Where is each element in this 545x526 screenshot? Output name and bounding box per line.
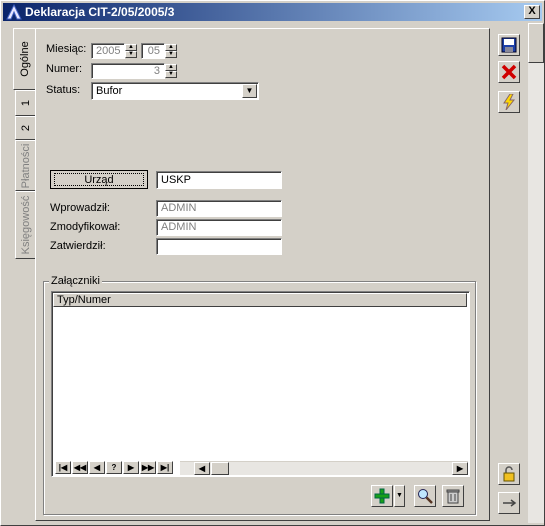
nav-prev-icon[interactable]: ◀ — [89, 461, 105, 474]
zoom-button[interactable] — [414, 485, 436, 507]
vertical-scroll-thumb[interactable] — [528, 23, 544, 63]
scroll-right-icon[interactable]: ▶ — [452, 462, 468, 475]
spin-down-icon[interactable]: ▼ — [165, 51, 177, 58]
nav-next-icon[interactable]: ▶ — [123, 461, 139, 474]
spin-up-icon[interactable]: ▲ — [165, 64, 177, 71]
tab-2-label: 2 — [19, 124, 32, 132]
tab-platnosci[interactable]: Płatności — [15, 140, 35, 191]
app-icon — [6, 4, 22, 20]
horizontal-scrollbar[interactable]: ◀ ▶ — [180, 461, 468, 475]
number-label: Numer: — [46, 63, 83, 75]
number-spinner[interactable]: ▲ ▼ — [165, 64, 177, 78]
delete-button[interactable] — [498, 61, 520, 83]
office-input[interactable]: USKP — [156, 171, 282, 189]
modified-input: ADMIN — [156, 219, 282, 236]
nav-help-icon[interactable]: ? — [106, 461, 122, 474]
tab-2[interactable]: 2 — [15, 116, 35, 140]
year-spinner[interactable]: ▲ ▼ — [125, 44, 137, 58]
arrow-button[interactable] — [498, 492, 520, 514]
trash-button[interactable] — [442, 485, 464, 507]
table-footer: |◀ ◀◀ ◀ ? ▶ ▶▶ ▶| ◀ ▶ — [55, 461, 468, 475]
spin-down-icon[interactable]: ▼ — [125, 51, 137, 58]
tab-1[interactable]: 1 — [15, 90, 35, 116]
nav-next-page-icon[interactable]: ▶▶ — [140, 461, 156, 474]
vertical-scrollbar[interactable] — [528, 23, 544, 523]
number-input[interactable]: 3 — [91, 63, 165, 79]
tab-ogolne[interactable]: Ogólne — [13, 28, 36, 90]
month-label: Miesiąc: — [46, 43, 87, 55]
modified-label: Zmodyfikował: — [50, 221, 121, 233]
run-button[interactable] — [498, 91, 520, 113]
trash-icon — [446, 489, 460, 504]
save-icon — [501, 37, 517, 53]
tab-ksiegowosc-label: Księgowość — [19, 195, 32, 255]
tab-ogolne-label: Ogólne — [19, 41, 31, 77]
scroll-thumb[interactable] — [211, 462, 229, 475]
approved-input[interactable] — [156, 238, 282, 255]
year-input[interactable]: 2005 — [91, 43, 125, 59]
nav-first-icon[interactable]: |◀ — [55, 461, 71, 474]
status-value: Bufor — [96, 85, 123, 97]
attachments-table[interactable]: Typ/Numer — [51, 291, 470, 477]
add-button[interactable] — [371, 485, 393, 507]
entered-label: Wprowadził: — [50, 202, 110, 214]
status-label: Status: — [46, 84, 81, 96]
delete-icon — [501, 64, 517, 80]
column-header-type[interactable]: Typ/Numer — [53, 293, 467, 307]
approved-label: Zatwierdził: — [50, 240, 106, 252]
close-icon: X — [528, 5, 536, 17]
entered-input: ADMIN — [156, 200, 282, 217]
arrow-icon — [503, 499, 517, 507]
spin-up-icon[interactable]: ▲ — [165, 44, 177, 51]
office-button[interactable]: Urząd — [50, 170, 148, 189]
status-select[interactable]: Bufor — [91, 82, 259, 100]
spin-down-icon[interactable]: ▼ — [165, 71, 177, 78]
month-input[interactable]: 05 — [141, 43, 165, 59]
lock-button[interactable] — [498, 463, 520, 485]
dialog-window: Deklaracja CIT-2/05/2005/3 X Ogólne 1 2 … — [0, 0, 545, 526]
office-button-label: Urząd — [54, 173, 144, 186]
title-bar[interactable]: Deklaracja CIT-2/05/2005/3 X — [3, 3, 542, 21]
attachments-label: Załączniki — [49, 275, 102, 287]
add-icon — [374, 488, 390, 504]
scroll-left-icon[interactable]: ◀ — [194, 462, 210, 475]
close-button[interactable]: X — [524, 5, 540, 19]
chevron-down-icon[interactable]: ▼ — [242, 84, 257, 98]
add-dropdown-icon[interactable]: ▼ — [394, 485, 405, 507]
window-title: Deklaracja CIT-2/05/2005/3 — [25, 5, 175, 19]
nav-last-icon[interactable]: ▶| — [157, 461, 173, 474]
spin-up-icon[interactable]: ▲ — [125, 44, 137, 51]
lock-icon — [503, 466, 515, 482]
tab-ksiegowosc[interactable]: Księgowość — [15, 191, 35, 259]
tab-1-label: 1 — [19, 99, 32, 107]
month-spinner[interactable]: ▲ ▼ — [165, 44, 177, 58]
tab-platnosci-label: Płatności — [19, 143, 32, 188]
zoom-icon — [418, 489, 433, 504]
lightning-icon — [503, 94, 516, 110]
save-button[interactable] — [498, 34, 520, 56]
nav-prev-page-icon[interactable]: ◀◀ — [72, 461, 88, 474]
